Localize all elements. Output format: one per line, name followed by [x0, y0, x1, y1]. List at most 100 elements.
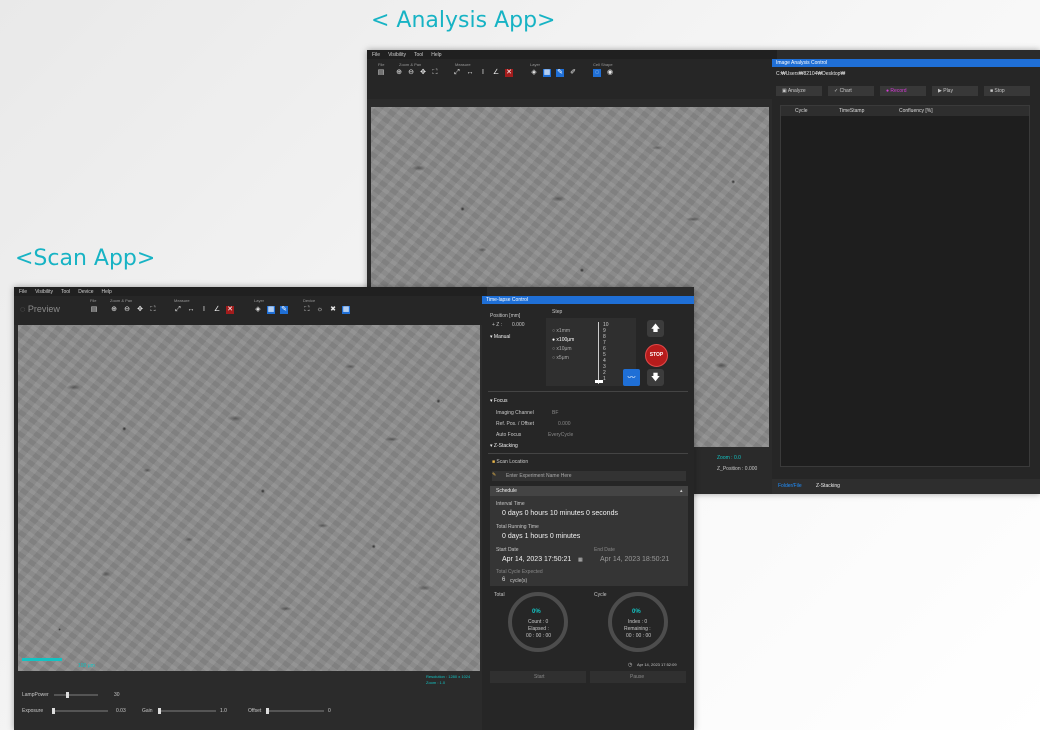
step-scale-thumb[interactable] — [595, 380, 603, 383]
open-file-icon[interactable]: ▤ — [377, 69, 385, 77]
zstacking-label: Z-Stacking — [493, 443, 518, 449]
offset-slider[interactable] — [266, 708, 324, 714]
chart-button[interactable]: ✓ Chart — [828, 86, 874, 96]
collapse-icon[interactable]: ▴ — [680, 488, 683, 494]
menu-visibility[interactable]: Visibility — [35, 289, 53, 295]
scan-image-viewer[interactable]: 100 μm — [18, 325, 480, 671]
step-scale[interactable]: 10 9 8 7 6 5 4 3 2 1 — [595, 322, 619, 384]
manual-toggle[interactable]: ▾ Manual — [490, 334, 510, 340]
exposure-value[interactable]: 0.03 — [116, 708, 126, 714]
step-option-100um[interactable]: ● x100μm — [552, 337, 574, 346]
menu-tool[interactable]: Tool — [414, 52, 423, 58]
focus-toggle[interactable]: ▾ Focus — [490, 398, 508, 404]
menu-file[interactable]: File — [372, 52, 380, 58]
device-fan-icon[interactable]: ✖ — [329, 306, 337, 314]
total-running-value[interactable]: 0 days 1 hours 0 minutes — [502, 533, 580, 540]
z-down-button[interactable]: 🡇 — [647, 369, 664, 386]
ref-pos-value[interactable]: 0.000 — [558, 421, 571, 427]
stop-button[interactable]: ■ Stop — [984, 86, 1030, 96]
start-button[interactable]: Start — [490, 671, 586, 683]
menu-visibility[interactable]: Visibility — [388, 52, 406, 58]
analyze-button[interactable]: ▣ Analyze — [776, 86, 822, 96]
layer-edit-icon[interactable]: ✎ — [556, 69, 564, 77]
line-measure-icon[interactable]: ⤢ — [453, 69, 461, 77]
line-measure-icon[interactable]: ⤢ — [174, 306, 182, 314]
zoom-out-icon[interactable]: ⊖ — [407, 69, 415, 77]
offset-thumb[interactable] — [266, 708, 269, 714]
scan-location-button[interactable]: ■ Scan Location — [492, 459, 528, 465]
device-light-icon[interactable]: ☼ — [316, 306, 324, 314]
imaging-channel-value[interactable]: BF — [552, 410, 558, 416]
toolbar-group-file: File — [378, 62, 385, 67]
offset-value[interactable]: 0 — [328, 708, 331, 714]
tab-z-stacking[interactable]: Z-Stacking — [816, 483, 840, 489]
layer-icon[interactable]: ◈ — [530, 69, 538, 77]
col-timestamp[interactable]: TimeStamp — [839, 108, 864, 114]
open-file-icon[interactable]: ▤ — [90, 306, 98, 314]
gain-value[interactable]: 1.0 — [220, 708, 227, 714]
step-option-1mm[interactable]: ○ x1mm — [552, 328, 574, 337]
fit-icon[interactable]: ⛶ — [431, 69, 439, 77]
z-up-button[interactable]: 🡅 — [647, 320, 664, 337]
menu-device[interactable]: Device — [78, 289, 93, 295]
layer-grid-icon[interactable]: ▦ — [267, 306, 275, 314]
lamp-power-slider[interactable] — [54, 692, 98, 698]
schedule-header[interactable]: Schedule ▴ — [490, 486, 688, 496]
layer-brush-icon[interactable]: ✐ — [569, 69, 577, 77]
tab-folder-file[interactable]: Folder/File — [778, 483, 802, 489]
schedule-section: Schedule ▴ Interval Time 0 days 0 hours … — [490, 486, 688, 586]
step-option-5um[interactable]: ○ x5μm — [552, 355, 574, 364]
step-option-10um[interactable]: ○ x10μm — [552, 346, 574, 355]
layer-grid-icon[interactable]: ▦ — [543, 69, 551, 77]
cell-shape-icon[interactable]: ◌ — [593, 69, 601, 77]
lamp-power-value[interactable]: 30 — [114, 692, 120, 698]
text-icon[interactable]: I — [200, 306, 208, 314]
distance-icon[interactable]: ↔ — [466, 69, 474, 77]
play-button[interactable]: ▶ Play — [932, 86, 978, 96]
pan-icon[interactable]: ✥ — [136, 306, 144, 314]
col-cycle[interactable]: Cycle — [795, 108, 808, 114]
exposure-thumb[interactable] — [52, 708, 55, 714]
col-confluency[interactable]: Confluency [%] — [899, 108, 933, 114]
chart-toggle-button[interactable]: 〰 — [623, 369, 640, 386]
stop-motion-button[interactable]: STOP — [645, 344, 668, 367]
menu-file[interactable]: File — [19, 289, 27, 295]
zstacking-toggle[interactable]: ▾ Z-Stacking — [490, 443, 518, 449]
pan-icon[interactable]: ✥ — [419, 69, 427, 77]
interval-value[interactable]: 0 days 0 hours 10 minutes 0 seconds — [502, 510, 618, 517]
device-grid-icon[interactable]: ▦ — [342, 306, 350, 314]
calendar-icon[interactable]: ▦ — [578, 557, 583, 563]
current-timestamp: Apr 14, 2023 17:52:09 — [637, 662, 677, 667]
cell-target-icon[interactable]: ◉ — [606, 69, 614, 77]
menu-tool[interactable]: Tool — [61, 289, 70, 295]
gain-slider[interactable] — [158, 708, 216, 714]
clear-measure-icon[interactable]: ✕ — [505, 69, 513, 77]
exposure-label: Exposure — [22, 708, 44, 714]
angle-icon[interactable]: ∠ — [492, 69, 500, 77]
exposure-slider[interactable] — [52, 708, 108, 714]
start-date-value[interactable]: Apr 14, 2023 17:50:21 — [502, 556, 571, 563]
clear-measure-icon[interactable]: ✕ — [226, 306, 234, 314]
record-button[interactable]: ● Record — [880, 86, 926, 96]
device-frame-icon[interactable]: ⛶ — [303, 306, 311, 314]
angle-icon[interactable]: ∠ — [213, 306, 221, 314]
menu-help[interactable]: Help — [431, 52, 441, 58]
layer-icon[interactable]: ◈ — [254, 306, 262, 314]
chart-button-label: Chart — [839, 88, 852, 94]
fit-icon[interactable]: ⛶ — [149, 306, 157, 314]
zoom-in-icon[interactable]: ⊕ — [110, 306, 118, 314]
experiment-name-input[interactable]: ✎ Enter Experiment Name Here — [492, 471, 686, 481]
pause-button[interactable]: Pause — [590, 671, 686, 683]
zoom-in-icon[interactable]: ⊕ — [395, 69, 403, 77]
layer-edit-icon[interactable]: ✎ — [280, 306, 288, 314]
distance-icon[interactable]: ↔ — [187, 306, 195, 314]
lamp-power-thumb[interactable] — [66, 692, 69, 698]
text-icon[interactable]: I — [479, 69, 487, 77]
gain-thumb[interactable] — [158, 708, 161, 714]
preview-button[interactable]: ◌ Preview — [20, 304, 60, 314]
auto-focus-value[interactable]: EveryCycle — [548, 432, 573, 438]
zoom-out-icon[interactable]: ⊖ — [123, 306, 131, 314]
menu-help[interactable]: Help — [102, 289, 112, 295]
z-label: + Z : — [492, 322, 503, 328]
toolbar-group-measure: Measure — [174, 298, 190, 303]
